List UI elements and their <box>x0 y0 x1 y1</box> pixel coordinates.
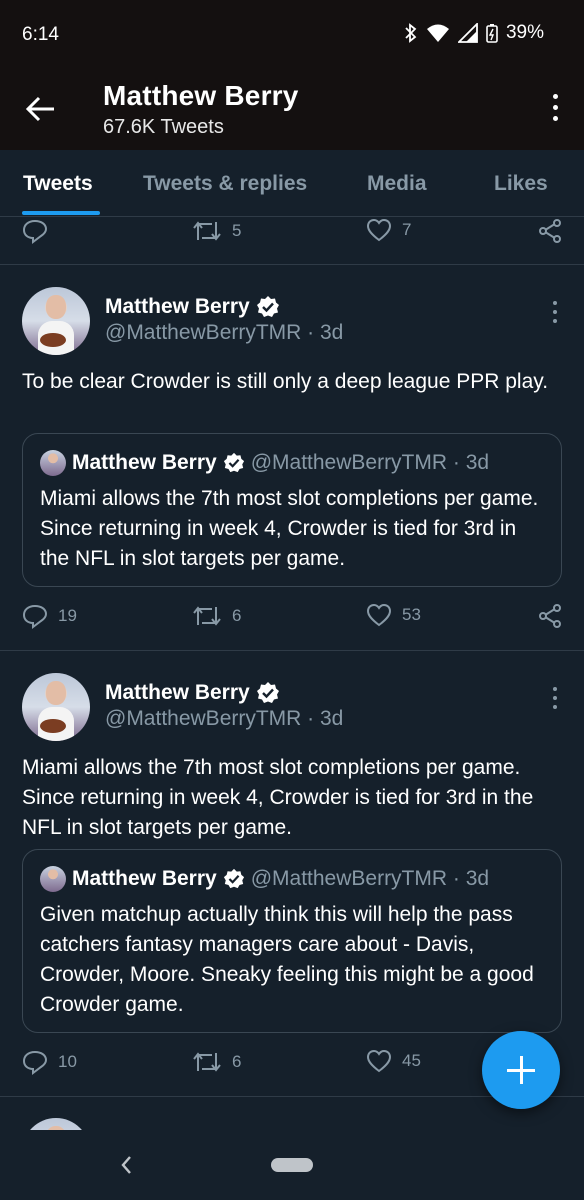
quote-text: Miami allows the 7th most slot completio… <box>40 487 539 570</box>
avatar[interactable] <box>22 673 90 741</box>
tweet-count: 67.6K Tweets <box>103 116 224 138</box>
retweet-count: 5 <box>232 221 242 240</box>
quoted-tweet[interactable]: Matthew Berry @MatthewBerryTMR · 3d Miam… <box>22 433 562 587</box>
quote-header: Matthew Berry @MatthewBerryTMR · 3d <box>40 450 489 476</box>
status-time: 6:14 <box>22 24 59 45</box>
heart-icon <box>366 603 392 627</box>
tab-likes[interactable]: Likes <box>494 172 548 196</box>
status-bar: 6:14 39% <box>0 0 584 66</box>
reply-count: 19 <box>58 606 77 625</box>
tweet-handle: @MatthewBerryTMR · 3d <box>105 321 344 344</box>
profile-header: Matthew Berry 67.6K Tweets <box>0 66 584 150</box>
retweet-count: 6 <box>232 606 242 625</box>
compose-tweet-button[interactable] <box>482 1031 560 1109</box>
active-tab-indicator <box>22 211 100 215</box>
tweet-author: Matthew Berry <box>105 681 280 705</box>
tab-tweets[interactable]: Tweets <box>23 172 93 196</box>
tweet-text: To be clear Crowder is still only a deep… <box>22 370 549 393</box>
battery-percent: 39% <box>505 22 544 43</box>
retweet-button[interactable]: 5 <box>192 218 241 244</box>
bluetooth-icon <box>405 23 417 43</box>
profile-tabs: Tweets Tweets & replies Media Likes <box>0 150 584 217</box>
retweet-button[interactable]: 6 <box>192 1049 241 1075</box>
share-icon <box>539 219 561 243</box>
tweet[interactable]: Matthew Berry @MatthewBerryTMR · 3d Miam… <box>0 651 584 1097</box>
share-button[interactable] <box>537 218 563 244</box>
heart-icon <box>366 1049 392 1073</box>
verified-badge-icon <box>256 682 279 703</box>
quote-avatar <box>40 866 66 892</box>
quote-author: Matthew Berry <box>72 451 217 474</box>
tweet-text: Miami allows the 7th most slot completio… <box>22 756 534 839</box>
battery-icon <box>486 24 498 43</box>
like-count: 45 <box>402 1051 421 1070</box>
reply-icon <box>22 604 48 629</box>
retweet-button[interactable]: 6 <box>192 603 241 629</box>
retweet-icon <box>193 1052 221 1072</box>
wifi-icon <box>426 24 449 42</box>
quoted-tweet[interactable]: Matthew Berry @MatthewBerryTMR · 3d Give… <box>22 849 562 1033</box>
retweet-count: 6 <box>232 1052 242 1071</box>
avatar[interactable] <box>22 1118 90 1130</box>
quote-handle: @MatthewBerryTMR · 3d <box>250 451 490 474</box>
profile-name: Matthew Berry <box>103 80 299 111</box>
nav-back-icon[interactable] <box>116 1152 136 1178</box>
tab-media[interactable]: Media <box>367 172 427 196</box>
tab-tweets-replies[interactable]: Tweets & replies <box>143 172 307 196</box>
retweet-icon <box>193 606 221 626</box>
quote-author: Matthew Berry <box>72 867 217 890</box>
tweet-more-icon[interactable] <box>552 687 558 709</box>
quote-avatar <box>40 450 66 476</box>
tweet-more-icon[interactable] <box>552 301 558 323</box>
more-options-icon[interactable] <box>550 94 560 124</box>
heart-icon <box>366 218 392 242</box>
reply-icon <box>22 219 48 244</box>
like-button[interactable]: 7 <box>366 218 411 242</box>
reply-count: 10 <box>58 1052 77 1071</box>
signal-icon <box>457 23 478 43</box>
quote-header: Matthew Berry @MatthewBerryTMR · 3d <box>40 866 489 892</box>
tweet-actions: 5 7 <box>0 216 584 252</box>
quote-handle: @MatthewBerryTMR · 3d <box>250 867 490 890</box>
back-arrow-icon[interactable] <box>24 94 58 124</box>
quote-text: Given matchup actually think this will h… <box>40 903 534 1016</box>
reply-button[interactable] <box>22 218 48 244</box>
like-button[interactable]: 53 <box>366 603 421 627</box>
avatar[interactable] <box>22 287 90 355</box>
share-icon <box>539 604 561 628</box>
reply-button[interactable]: 19 <box>22 603 77 629</box>
tweet-handle: @MatthewBerryTMR · 3d <box>105 707 344 730</box>
share-button[interactable] <box>537 603 563 629</box>
like-count: 53 <box>402 605 421 624</box>
verified-badge-icon <box>223 452 244 473</box>
retweet-icon <box>193 221 221 241</box>
like-count: 7 <box>402 220 412 239</box>
tweet-feed[interactable]: 5 7 Matthew Berry @MatthewBerryTMR · 3d … <box>0 216 584 1130</box>
tweet-author: Matthew Berry <box>105 295 280 319</box>
home-gesture-pill[interactable] <box>271 1158 313 1172</box>
verified-badge-icon <box>223 868 244 889</box>
verified-badge-icon <box>256 296 279 317</box>
reply-icon <box>22 1050 48 1075</box>
like-button[interactable]: 45 <box>366 1049 421 1073</box>
reply-button[interactable]: 10 <box>22 1049 77 1075</box>
tweet[interactable]: Matthew Berry @MatthewBerryTMR · 3d To b… <box>0 265 584 651</box>
status-icons: 39% <box>404 22 544 44</box>
tweet-actions: 19 6 53 <box>0 603 584 639</box>
